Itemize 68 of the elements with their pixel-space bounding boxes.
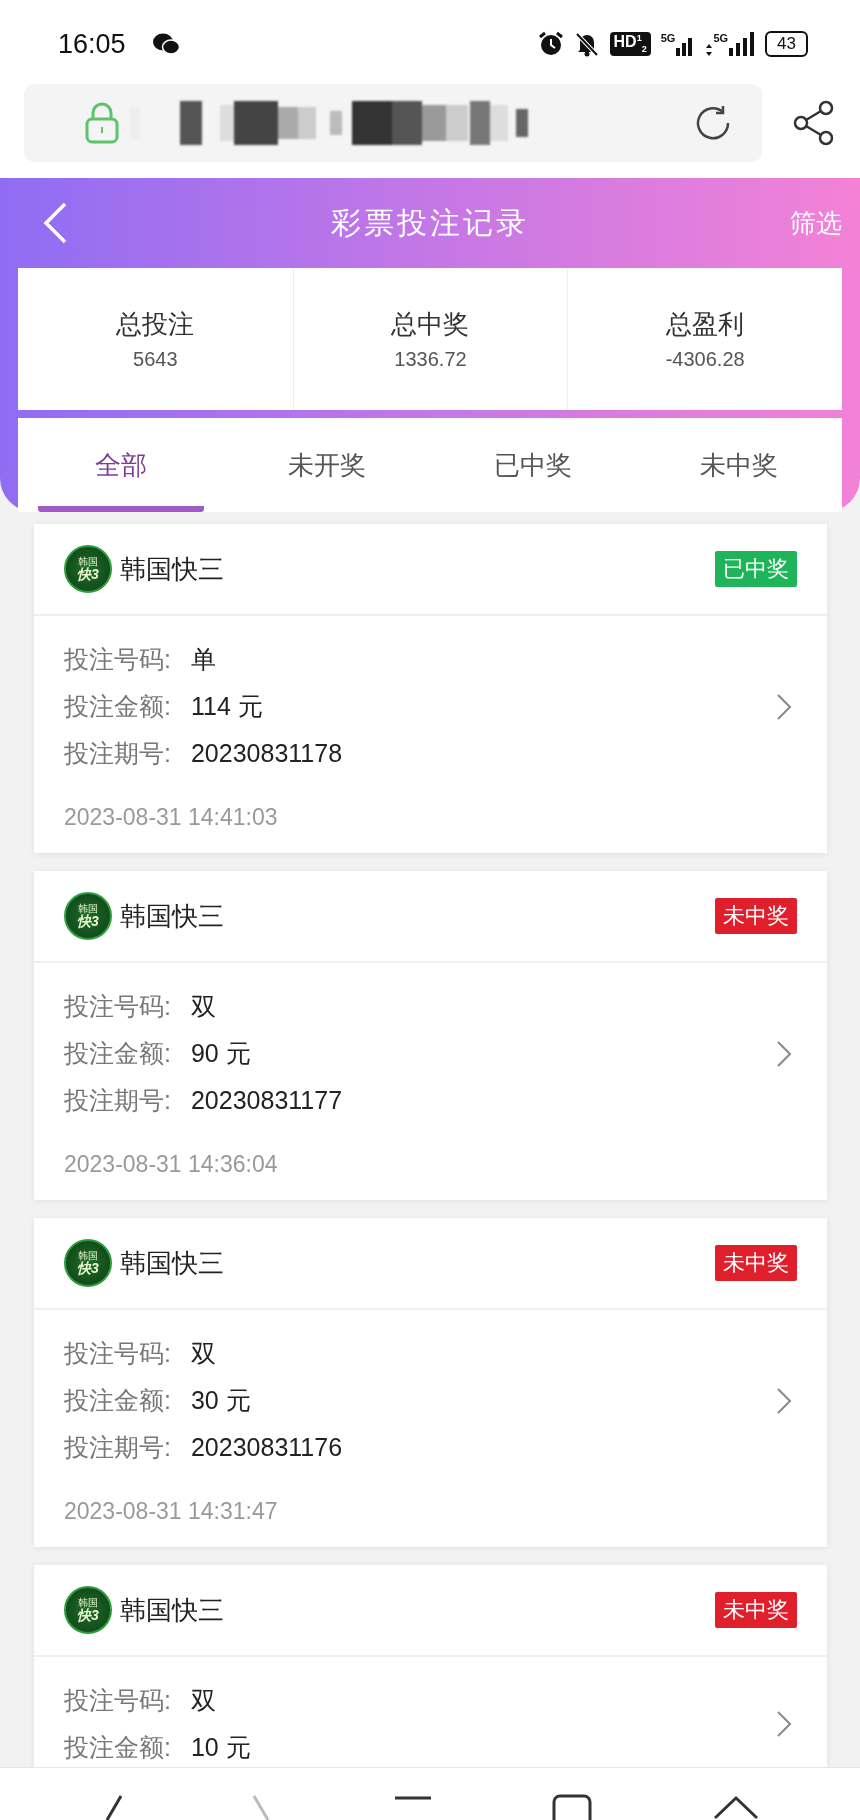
status-badge: 未中奖 [715, 898, 797, 934]
field-label: 投注期号: [64, 1432, 171, 1463]
field-value: 双 [190, 1685, 216, 1716]
network-type: 5G [660, 32, 676, 44]
field-label: 投注金额: [64, 1038, 171, 1069]
status-badge: 未中奖 [715, 1592, 797, 1628]
share-icon[interactable] [792, 99, 836, 147]
bet-record-card[interactable]: 韩国 快3 韩国快三 未中奖 投注号码: 双 投注金额: 90 元 投注期号: 20230831177 2023-08-31 14:36:04 [34, 871, 827, 1200]
game-name: 韩国快三 [120, 1593, 224, 1627]
game-logo: 韩国 快3 [64, 545, 112, 593]
game-name: 韩国快三 [120, 899, 224, 933]
data-arrows-icon [706, 44, 713, 56]
chat-bubbles-icon [151, 32, 180, 56]
chevron-right-icon [776, 692, 792, 721]
filter-tab[interactable]: 全部 [38, 418, 204, 512]
alarm-icon [537, 31, 564, 57]
field-value: 10 元 [190, 1732, 251, 1763]
summary-value: 5643 [133, 348, 178, 371]
page-title: 彩票投注记录 [331, 204, 529, 241]
field-value: 20230831177 [190, 1086, 343, 1115]
bet-time: 2023-08-31 14:36:04 [63, 1150, 279, 1179]
game-logo: 韩国 快3 [64, 1586, 112, 1634]
battery-indicator: 43 [765, 31, 808, 57]
field-value: 114 元 [190, 691, 263, 722]
field-value: 双 [190, 1338, 216, 1369]
field-label: 投注金额: [64, 1385, 171, 1416]
network-type: 5G [713, 32, 729, 44]
chevron-right-icon [776, 1710, 792, 1738]
field-value: 单 [190, 644, 216, 675]
game-logo: 韩国 快3 [64, 1239, 112, 1287]
bet-record-card[interactable]: 韩国 快3 韩国快三 未中奖 投注号码: 双 投注金额: 10 元 [34, 1565, 827, 1767]
status-time: 16:05 [58, 28, 126, 60]
filter-tab[interactable]: 未中奖 [656, 418, 822, 512]
status-badge: 已中奖 [715, 551, 797, 587]
field-label: 投注金额: [64, 691, 171, 722]
field-label: 投注号码: [64, 1338, 171, 1369]
summary-label: 总中奖 [391, 308, 470, 341]
field-value: 双 [190, 991, 216, 1022]
summary-label: 总投注 [116, 308, 195, 341]
muted-bell-icon [573, 31, 600, 57]
field-value: 30 元 [190, 1385, 251, 1416]
bet-time: 2023-08-31 14:31:47 [63, 1497, 279, 1526]
field-label: 投注号码: [64, 1685, 171, 1716]
field-label: 投注期号: [64, 738, 171, 769]
lock-icon [84, 101, 120, 145]
field-label: 投注金额: [64, 1732, 171, 1763]
field-value: 20230831176 [190, 1433, 343, 1462]
summary-label: 总盈利 [666, 308, 745, 341]
filter-tab[interactable]: 未开奖 [244, 418, 410, 512]
chevron-right-icon [776, 1039, 792, 1068]
field-label: 投注期号: [64, 1085, 171, 1116]
field-value: 90 元 [190, 1038, 251, 1069]
bet-time: 2023-08-31 14:41:03 [63, 803, 279, 832]
chevron-right-icon [776, 1386, 792, 1415]
bet-record-card[interactable]: 韩国 快3 韩国快三 已中奖 投注号码: 单 投注金额: 114 元 投注期号: 20230831178 2023-08-31 14:41:03 [34, 524, 827, 853]
field-label: 投注号码: [64, 644, 171, 675]
summary-value: 1336.72 [394, 348, 467, 371]
status-badge: 未中奖 [715, 1245, 797, 1281]
field-value: 20230831178 [190, 739, 343, 768]
field-label: 投注号码: [64, 991, 171, 1022]
game-name: 韩国快三 [120, 1246, 224, 1280]
address-bar[interactable] [24, 84, 762, 162]
game-logo: 韩国 快3 [64, 892, 112, 940]
signal-bars-icon [729, 32, 756, 56]
summary-value: -4306.28 [665, 348, 745, 371]
bet-record-card[interactable]: 韩国 快3 韩国快三 未中奖 投注号码: 双 投注金额: 30 元 投注期号: 20230831176 2023-08-31 14:31:47 [34, 1218, 827, 1547]
game-name: 韩国快三 [120, 552, 224, 586]
filter-tab[interactable]: 已中奖 [450, 418, 616, 512]
